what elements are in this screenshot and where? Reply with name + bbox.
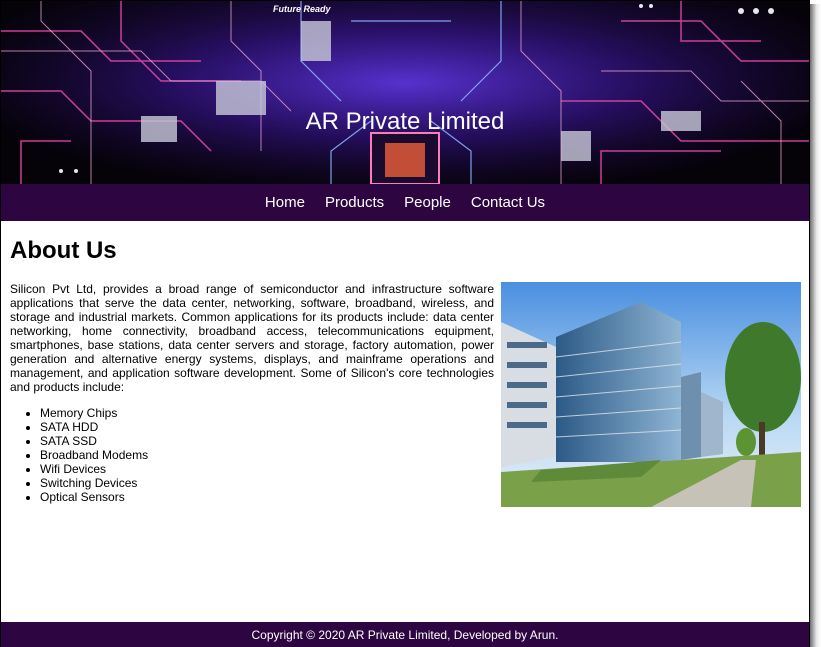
list-item: Memory Chips (40, 406, 148, 420)
main-nav: Home Products People Contact Us (1, 184, 809, 221)
page-heading: About Us (10, 237, 117, 264)
office-building-photo (501, 282, 801, 507)
about-paragraph: Silicon Pvt Ltd, provides a broad range … (10, 282, 494, 394)
list-item: Optical Sensors (40, 490, 148, 504)
nav-home-link[interactable]: Home (255, 194, 315, 211)
site-title: AR Private Limited (305, 108, 505, 135)
list-item: Broadband Modems (40, 448, 148, 462)
list-item: Wifi Devices (40, 462, 148, 476)
footer-copyright: Copyright © 2020 AR Private Limited, Dev… (251, 627, 559, 642)
nav-people-link[interactable]: People (394, 194, 461, 211)
list-item: SATA SSD (40, 434, 148, 448)
circuit-board-image (1, 1, 809, 184)
list-item: SATA HDD (40, 420, 148, 434)
page-frame: Future Ready AR Private Limited Home Pro… (0, 0, 810, 647)
page-footer: Copyright © 2020 AR Private Limited, Dev… (1, 622, 809, 647)
main-content: About Us Silicon Pvt Ltd, provides a bro… (10, 221, 802, 507)
header-banner: Future Ready AR Private Limited (1, 1, 809, 184)
nav-products-link[interactable]: Products (315, 194, 394, 211)
nav-contact-link[interactable]: Contact Us (461, 194, 555, 211)
banner-badge: Future Ready (273, 4, 331, 14)
products-list: Memory Chips SATA HDD SATA SSD Broadband… (10, 406, 148, 504)
window-shadow (810, 4, 821, 647)
list-item: Switching Devices (40, 476, 148, 490)
